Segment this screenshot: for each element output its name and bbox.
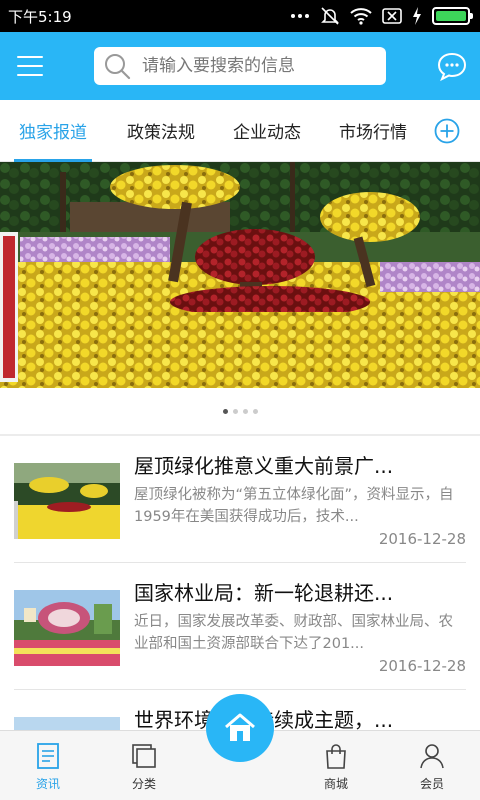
nav-label: 分类 (131, 777, 156, 791)
news-item[interactable]: 屋顶绿化推意义重大前景广... 屋顶绿化被称为“第五立体绿化面”，资料显示，自1… (14, 436, 466, 563)
news-date: 2016-12-28 (378, 657, 466, 675)
home-icon (225, 713, 255, 741)
add-tab-icon[interactable] (434, 118, 460, 144)
nav-news[interactable]: 资讯 (0, 731, 96, 800)
mute-bell-icon (321, 7, 339, 25)
tab-exclusive[interactable]: 独家报道 (14, 100, 92, 162)
home-button[interactable] (206, 694, 274, 762)
search-box[interactable] (94, 47, 386, 85)
news-date: 2016-12-28 (378, 530, 466, 548)
tab-company-news[interactable]: 企业动态 (228, 100, 306, 162)
wifi-icon (350, 8, 372, 25)
status-time: 下午5:19 (8, 7, 72, 26)
menu-icon-line (17, 65, 43, 67)
tab-policy[interactable]: 政策法规 (122, 100, 200, 162)
nav-category[interactable]: 分类 (96, 731, 192, 800)
status-bar: 下午5:19 (0, 0, 480, 32)
battery-icon (432, 7, 473, 25)
search-input[interactable] (142, 56, 372, 76)
carousel-dot[interactable] (232, 408, 238, 414)
banner-carousel[interactable] (0, 162, 480, 388)
news-thumbnail (14, 717, 120, 730)
nav-shop[interactable]: 商城 (288, 731, 384, 800)
menu-icon-line (17, 74, 43, 76)
charging-icon (413, 7, 421, 25)
carousel-indicator (0, 388, 480, 434)
news-thumbnail-image (14, 717, 120, 730)
news-thumbnail-image (14, 590, 120, 666)
news-icon (37, 743, 59, 769)
tab-label: 企业动态 (233, 123, 301, 143)
tab-label: 独家报道 (19, 123, 87, 143)
news-summary: 近日，国家发展改革委、财政部、国家林业局、农业部和国土资源部联合下达了201..… (134, 614, 453, 652)
news-summary: 屋顶绿化被称为“第五立体绿化面”，资料显示，自1959年在美国获得成功后，技术.… (134, 487, 454, 525)
tab-label: 市场行情 (339, 123, 407, 143)
news-title: 国家林业局：新一轮退耕还... (134, 581, 394, 605)
nav-label: 商城 (323, 777, 348, 791)
user-icon (420, 744, 444, 769)
category-icon (132, 744, 156, 768)
more-dots-icon (291, 14, 309, 18)
banner-image (0, 162, 480, 388)
news-item[interactable]: 国家林业局：新一轮退耕还... 近日，国家发展改革委、财政部、国家林业局、农业部… (14, 563, 466, 690)
nav-label: 会员 (419, 777, 444, 791)
nav-member[interactable]: 会员 (384, 731, 480, 800)
menu-button[interactable] (0, 32, 60, 100)
tab-market[interactable]: 市场行情 (334, 100, 412, 162)
news-thumbnail (14, 590, 120, 666)
message-icon[interactable] (436, 50, 468, 82)
category-tabs: 独家报道 政策法规 企业动态 市场行情 (0, 100, 480, 162)
news-title: 屋顶绿化推意义重大前景广... (134, 454, 394, 478)
carousel-dot[interactable] (242, 408, 248, 414)
sim-x-icon (382, 8, 402, 24)
news-thumbnail-image (14, 463, 120, 539)
battery-level (436, 11, 466, 21)
shopping-bag-icon (326, 744, 346, 769)
tab-label: 政策法规 (127, 123, 195, 143)
search-icon (105, 54, 131, 80)
carousel-dot[interactable] (252, 408, 258, 414)
nav-label: 资讯 (35, 777, 60, 791)
carousel-dot[interactable] (222, 408, 228, 414)
app-header (0, 32, 480, 100)
news-thumbnail (14, 463, 120, 539)
news-title: 世界环境日可持续成主题，... (134, 704, 466, 730)
menu-icon-line (17, 56, 43, 58)
news-list: 屋顶绿化推意义重大前景广... 屋顶绿化被称为“第五立体绿化面”，资料显示，自1… (0, 436, 480, 730)
status-icons (290, 6, 473, 26)
